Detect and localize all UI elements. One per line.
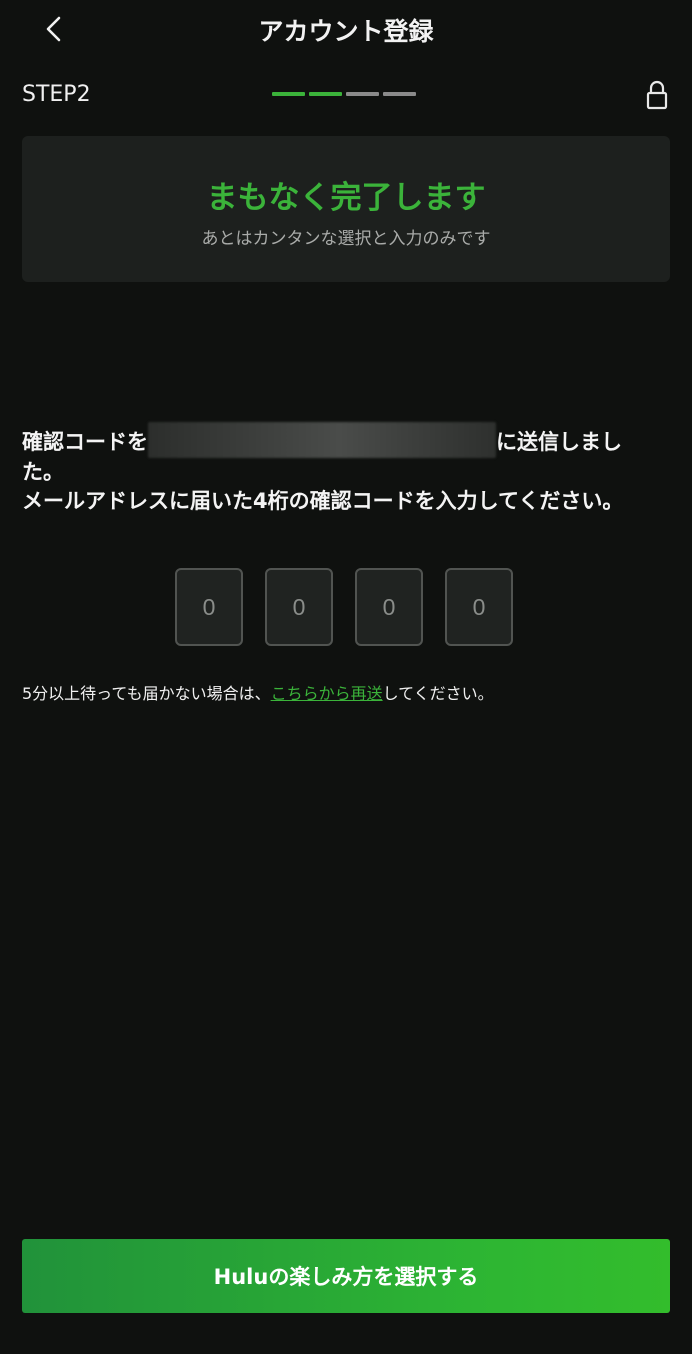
code-digit-4[interactable]: 0: [445, 568, 513, 646]
lock-icon: [646, 80, 668, 110]
banner-title: まもなく完了します: [206, 180, 486, 216]
completion-banner: まもなく完了します あとはカンタンな選択と入力のみです: [22, 136, 670, 282]
step-segment-4: [383, 92, 416, 96]
message-prefix: 確認コードを: [22, 430, 148, 454]
resend-link[interactable]: こちらから再送: [271, 684, 383, 703]
redacted-email: [148, 422, 496, 458]
resend-notice: 5分以上待っても届かない場合は、こちらから再送してください。: [22, 680, 494, 704]
step-segment-1: [272, 92, 305, 96]
code-digit-3[interactable]: 0: [355, 568, 423, 646]
step-progress: [272, 92, 420, 96]
code-digit-2[interactable]: 0: [265, 568, 333, 646]
header: アカウント登録: [0, 0, 692, 58]
step-segment-3: [346, 92, 379, 96]
resend-suffix: してください。: [382, 684, 494, 703]
resend-prefix: 5分以上待っても届かない場合は、: [22, 684, 271, 703]
banner-subtitle: あとはカンタンな選択と入力のみです: [201, 229, 491, 249]
code-input-group: 0 0 0 0: [175, 568, 513, 646]
message-instruction: メールアドレスに届いた4桁の確認コードを入力してください。: [22, 489, 624, 513]
page-title: アカウント登録: [258, 17, 434, 46]
step-segment-2: [309, 92, 342, 96]
code-digit-1[interactable]: 0: [175, 568, 243, 646]
verification-message: 確認コードを に送信しました。 メールアドレスに届いた4桁の確認コードを入力してく…: [22, 422, 662, 516]
step-indicator: STEP2: [0, 74, 692, 118]
step-label: STEP2: [22, 82, 91, 107]
choose-plan-button[interactable]: Huluの楽しみ方を選択する: [22, 1239, 670, 1313]
